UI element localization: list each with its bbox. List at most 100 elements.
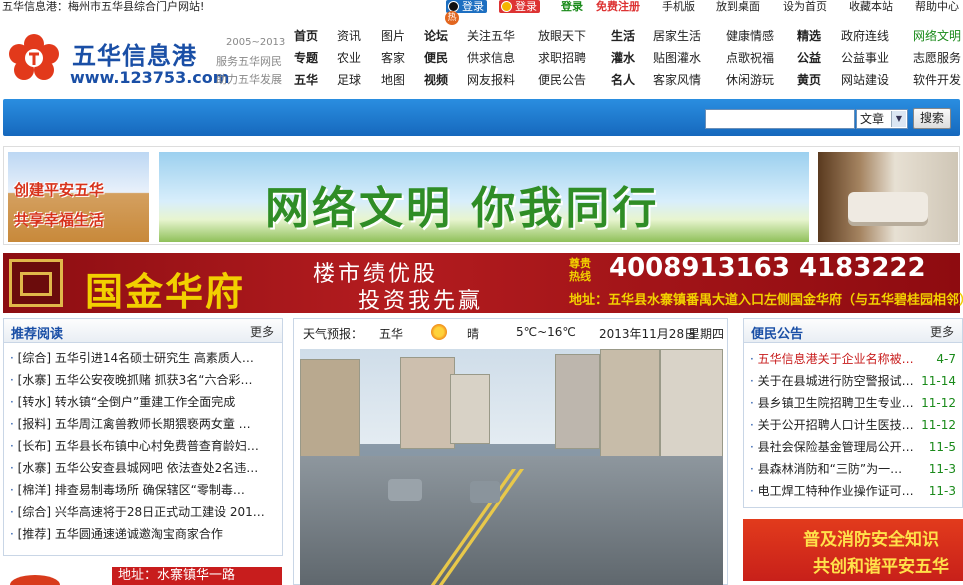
nav-link[interactable]: 生活	[611, 29, 635, 44]
bookmark-link[interactable]: 收藏本站	[849, 0, 893, 13]
nav-link[interactable]: 客家风情	[653, 73, 701, 88]
safety-banner[interactable]: 创建平安五华 共享幸福生活	[8, 152, 149, 242]
page: 五华信息港：梅州市五华县综合门户网站! 登录 登录 登录 免费注册 手机版 放到…	[0, 0, 963, 585]
nav-link[interactable]: 专题	[294, 51, 318, 66]
search-input[interactable]	[705, 109, 855, 129]
nav-link[interactable]: 政府连线	[841, 29, 889, 44]
bullet-icon: ·	[750, 352, 758, 366]
notice-item[interactable]: · 县森林消防和“三防”为一… 11-3	[750, 460, 958, 478]
desktop-link[interactable]: 放到桌面	[716, 0, 760, 13]
bullet-icon: ·	[10, 351, 18, 365]
weibo-icon	[501, 1, 512, 12]
notice-title: 县森林消防和“三防”为一…	[757, 462, 903, 476]
list-item[interactable]: · [水寨] 五华公安查县城网吧 依法查处2名违…	[10, 459, 276, 477]
notice-item[interactable]: · 五华信息港关于企业名称被… 4-7	[750, 350, 958, 368]
search-type-select[interactable]: 文章 ▼	[856, 109, 908, 129]
notice-item[interactable]: · 关于公开招聘人口计生医技… 11-12	[750, 416, 958, 434]
list-item[interactable]: · [报料] 五华周江禽兽教师长期猥亵两女童 …	[10, 415, 276, 433]
nav-link[interactable]: 视频	[424, 73, 448, 88]
weibo-login-button[interactable]: 登录	[499, 0, 540, 13]
nav-link[interactable]: 点歌祝福	[726, 51, 774, 66]
nav-link[interactable]: 农业	[337, 51, 361, 66]
notice-item[interactable]: · 关于在县城进行防空警报试… 11-14	[750, 372, 958, 390]
bullet-icon: ·	[750, 484, 758, 498]
nav-link[interactable]: 网友报料	[467, 73, 515, 88]
list-item[interactable]: · [推荐] 五华圆通速递诚邀淘宝商家合作	[10, 525, 276, 543]
nav-link[interactable]: 关注五华	[467, 29, 515, 44]
nav-link[interactable]: 公益	[797, 51, 821, 66]
nav-link[interactable]: 健康情感	[726, 29, 774, 44]
notice-item[interactable]: · 电工焊工特种作业操作证可… 11-3	[750, 482, 958, 500]
mobile-link[interactable]: 手机版	[662, 0, 695, 13]
notice-title: 县社会保险基金管理局公开…	[757, 440, 914, 454]
nav-link[interactable]: 客家	[381, 51, 405, 66]
nav-link[interactable]: 便民	[424, 51, 448, 66]
nav-link[interactable]: 志愿服务	[913, 51, 961, 66]
bottom-logo-icon	[10, 575, 60, 585]
notice-title: 关于公开招聘人口计生医技…	[757, 418, 914, 432]
list-item-text: [报料] 五华周江禽兽教师长期猥亵两女童 …	[17, 417, 251, 431]
nav-link[interactable]: 求职招聘	[538, 51, 586, 66]
search-button[interactable]: 搜索	[913, 108, 951, 129]
nav-link[interactable]: 居家生活	[653, 29, 701, 44]
nav-link[interactable]: 网站建设	[841, 73, 889, 88]
street-photo[interactable]	[300, 349, 723, 585]
nav-link[interactable]: 软件开发	[913, 73, 961, 88]
nav-link[interactable]: 精选	[797, 29, 821, 44]
bullet-icon: ·	[10, 527, 18, 541]
fire-safety-banner[interactable]: 普及消防安全知识 共创和谐平安五华	[743, 519, 963, 581]
furniture-banner[interactable]	[818, 152, 958, 242]
notice-date: 4-7	[936, 352, 956, 366]
nav-link[interactable]: 资讯	[337, 29, 361, 44]
nav-link[interactable]: 图片	[381, 29, 405, 44]
nav-link[interactable]: 首页	[294, 29, 318, 44]
nav-link[interactable]: 黄页	[797, 73, 821, 88]
site-logo[interactable]: 五华信息港 www.123753.com 2005~2013 服务五华网民 助力…	[4, 28, 294, 92]
nav-link[interactable]: 便民公告	[538, 73, 586, 88]
nav-link[interactable]: 论坛	[424, 29, 448, 44]
site-slogan: 五华信息港：梅州市五华县综合门户网站!	[2, 0, 205, 13]
list-item[interactable]: · [水寨] 五华公安夜晚抓赌 抓获3名“六合彩…	[10, 371, 276, 389]
nav-link[interactable]: 灌水	[611, 51, 635, 66]
nav-link[interactable]: 足球	[337, 73, 361, 88]
realestate-ad[interactable]: 国金华府 楼市绩优股 投资我先赢 尊贵热线 4008913163 4183222…	[3, 253, 963, 314]
list-item[interactable]: · [综合] 兴华高速将于28日正式动工建设 201…	[10, 503, 276, 521]
bullet-icon: ·	[10, 373, 18, 387]
nav-link[interactable]: 休闲游玩	[726, 73, 774, 88]
nav-link[interactable]: 五华	[294, 73, 318, 88]
list-item[interactable]: · [棉洋] 排查易制毒场所 确保辖区“零制毒…	[10, 481, 276, 499]
list-item-text: [综合] 兴华高速将于28日正式动工建设 201…	[17, 505, 265, 519]
notices-panel: 便民公告 更多 · 五华信息港关于企业名称被… 4-7 · 关于在县城进行防空警报试…	[743, 318, 963, 508]
register-link[interactable]: 免费注册	[596, 0, 640, 13]
bullet-icon: ·	[750, 396, 758, 410]
nav-link[interactable]: 地图	[381, 73, 405, 88]
nav-link[interactable]: 公益事业	[841, 51, 889, 66]
bullet-icon: ·	[10, 417, 18, 431]
notices-more-link[interactable]: 更多	[930, 323, 954, 340]
nav-link[interactable]: 贴图灌水	[653, 51, 701, 66]
recommend-more-link[interactable]: 更多	[250, 323, 274, 340]
help-link[interactable]: 帮助中心	[915, 0, 959, 13]
top-bar: 五华信息港：梅州市五华县综合门户网站! 登录 登录 登录 免费注册 手机版 放到…	[0, 0, 963, 14]
civility-banner[interactable]: 网络文明 你我同行	[159, 152, 809, 242]
set-homepage-link[interactable]: 设为首页	[783, 0, 827, 13]
list-item[interactable]: · [长布] 五华县长布镇中心村免费普查育龄妇…	[10, 437, 276, 455]
nav-link[interactable]: 网络文明	[913, 29, 961, 44]
bullet-icon: ·	[750, 440, 758, 454]
notice-item[interactable]: · 县社会保险基金管理局公开… 11-5	[750, 438, 958, 456]
bullet-icon: ·	[10, 505, 18, 519]
list-item[interactable]: · [转水] 转水镇“全倒户”重建工作全面完成	[10, 393, 276, 411]
notice-title: 五华信息港关于企业名称被…	[757, 352, 914, 366]
nav-link[interactable]: 供求信息	[467, 51, 515, 66]
notice-item[interactable]: · 县乡镇卫生院招聘卫生专业… 11-12	[750, 394, 958, 412]
login-link[interactable]: 登录	[561, 0, 583, 13]
list-item-text: [水寨] 五华公安查县城网吧 依法查处2名违…	[17, 461, 259, 475]
weather-condition: 晴	[467, 327, 480, 341]
logo-tagline-1: 服务五华网民	[216, 55, 282, 68]
nav-link[interactable]: 名人	[611, 73, 635, 88]
bottom-ad[interactable]: 地址：水寨镇华一路	[112, 567, 282, 585]
nav-link[interactable]: 放眼天下	[538, 29, 586, 44]
notice-date: 11-5	[928, 440, 956, 454]
list-item[interactable]: · [综合] 五华引进14名硕士研究生 高素质人…	[10, 349, 276, 367]
logo-url: www.123753.com	[70, 68, 230, 87]
